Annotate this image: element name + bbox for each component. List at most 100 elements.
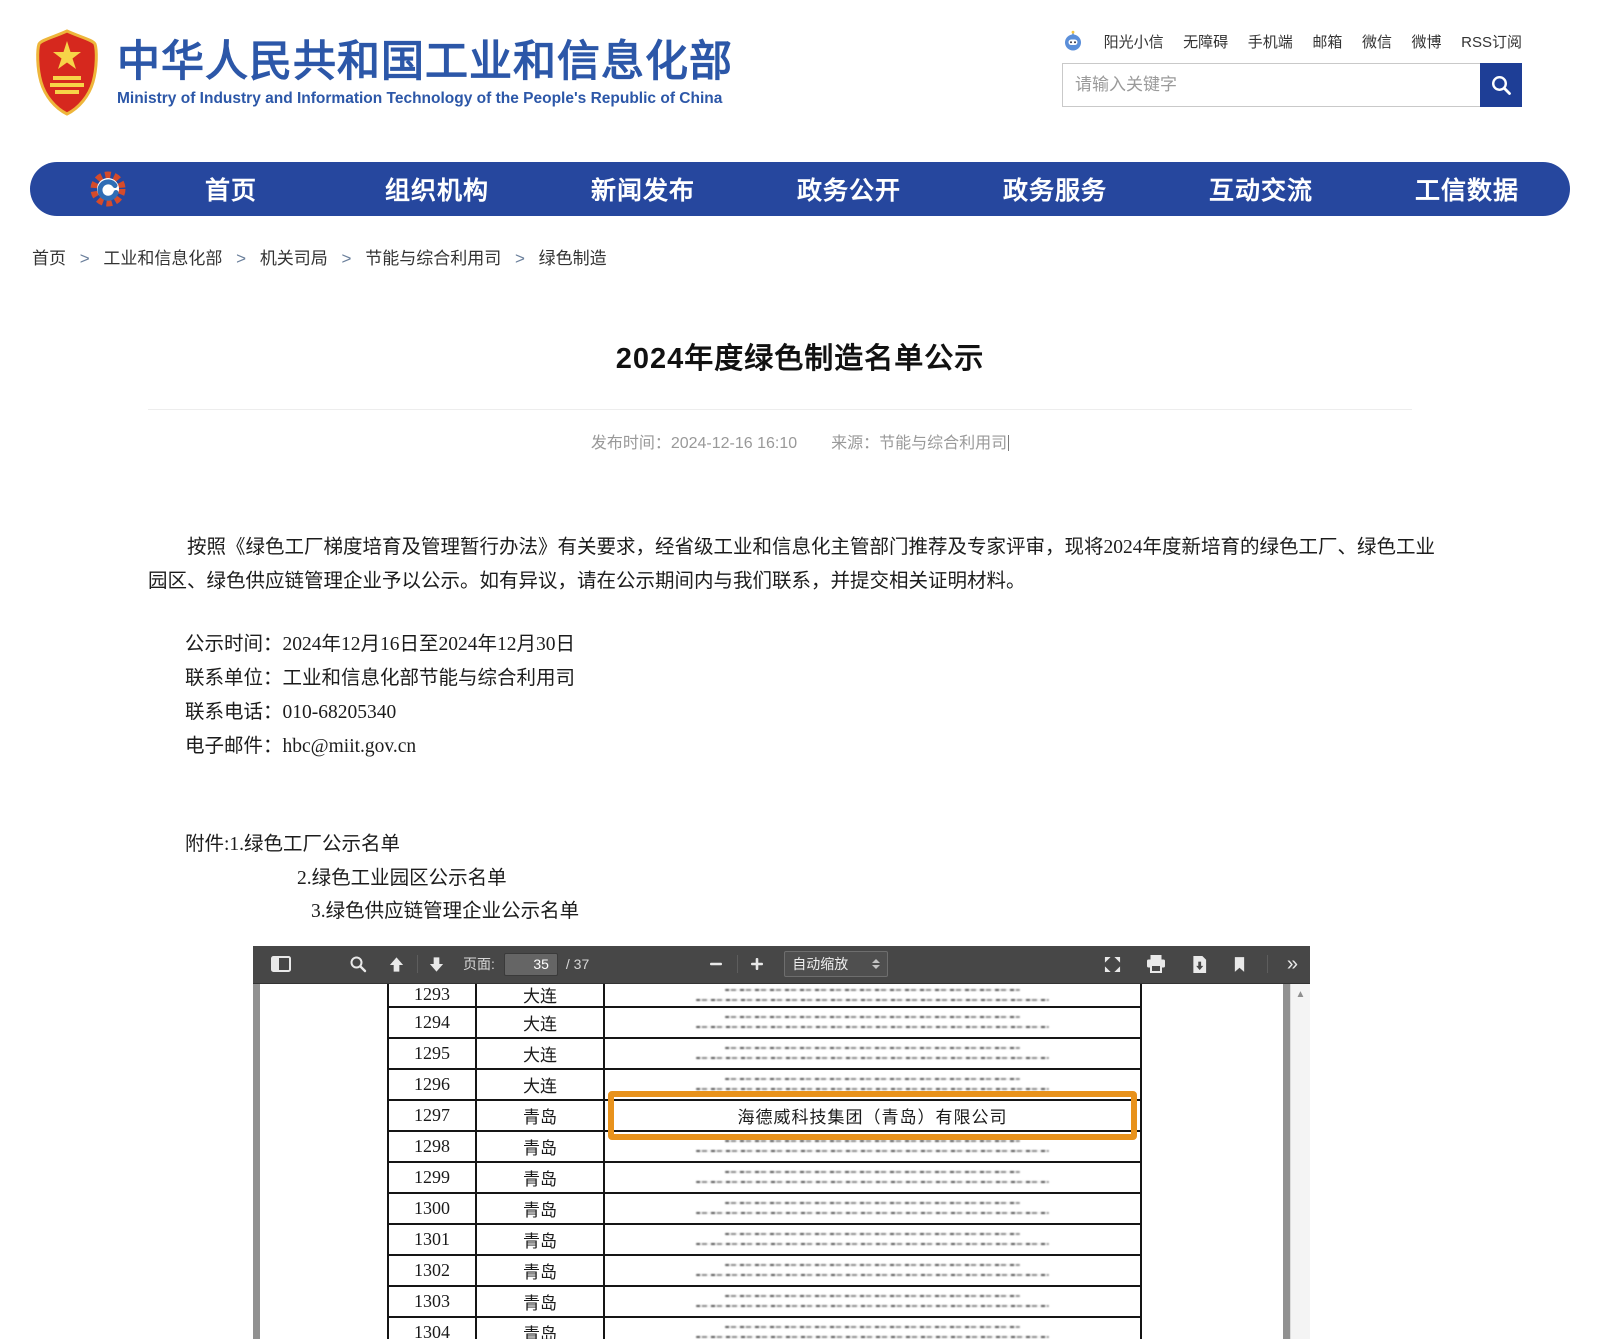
miit-gear-logo-icon	[88, 169, 128, 209]
pdf-scrollbar[interactable]: ▲	[1290, 984, 1310, 1339]
company-cell	[605, 1318, 1140, 1339]
row-number-cell: 1304	[389, 1318, 477, 1339]
bookmark-button[interactable]	[1229, 952, 1250, 977]
attachment-link[interactable]: 3.绿色供应链管理企业公示名单	[185, 895, 1600, 929]
city-cell: 青岛	[477, 1287, 605, 1316]
contact-detail-line: 公示时间：2024年12月16日至2024年12月30日	[185, 628, 1600, 662]
city-cell: 大连	[477, 984, 605, 1006]
scrollbar-up-icon[interactable]: ▲	[1291, 989, 1310, 1000]
select-spinner-icon	[872, 959, 880, 969]
site-header: 中华人民共和国工业和信息化部 Ministry of Industry and …	[0, 0, 1600, 150]
article-paragraph: 按照《绿色工厂梯度培育及管理暂行办法》有关要求，经省级工业和信息化主管部门推荐及…	[148, 531, 1450, 599]
more-tools-button[interactable]: »	[1285, 954, 1300, 974]
contact-detail-line: 联系电话：010-68205340	[185, 696, 1600, 730]
row-number-cell: 1295	[389, 1039, 477, 1068]
find-button[interactable]	[345, 951, 371, 977]
attachments: 附件:1.绿色工厂公示名单2.绿色工业园区公示名单3.绿色供应链管理企业公示名单	[185, 828, 1600, 929]
search-input[interactable]	[1062, 63, 1480, 107]
toolbar-divider	[737, 955, 738, 973]
pdf-table: 1293 大连 1294 大连	[387, 984, 1142, 1339]
page-number-input[interactable]	[504, 953, 558, 976]
title-divider	[148, 409, 1412, 410]
quick-link[interactable]: 邮箱	[1312, 31, 1342, 52]
contact-detail-line: 电子邮件：hbc@miit.gov.cn	[185, 730, 1600, 764]
page-label: 页面:	[463, 954, 495, 974]
breadcrumb-link[interactable]: 绿色制造	[539, 249, 607, 268]
breadcrumb-separator: >	[342, 249, 352, 268]
source-value: 节能与综合利用司	[879, 435, 1007, 452]
row-number-cell: 1302	[389, 1256, 477, 1285]
nav-item[interactable]: 工信数据	[1364, 171, 1570, 207]
row-number-cell: 1293	[389, 984, 477, 1006]
article-meta: 发布时间：2024-12-16 16:10来源：节能与综合利用司	[0, 429, 1600, 453]
search-button[interactable]	[1480, 63, 1522, 107]
table-row: 1302 青岛	[389, 1256, 1140, 1287]
publish-label: 发布时间：	[591, 435, 671, 452]
previous-page-button[interactable]	[384, 952, 409, 977]
text-cursor	[1008, 435, 1009, 451]
company-cell	[605, 1163, 1140, 1192]
redacted-text-blur	[605, 1233, 1140, 1245]
print-button[interactable]	[1142, 951, 1170, 977]
zoom-mode-select[interactable]: 自动缩放	[784, 951, 888, 977]
search-icon	[1489, 73, 1513, 97]
main-nav: 首页组织机构新闻发布政务公开政务服务互动交流工信数据	[30, 162, 1570, 216]
breadcrumb-link[interactable]: 首页	[32, 249, 66, 268]
presentation-mode-button[interactable]	[1100, 952, 1125, 977]
row-number-cell: 1296	[389, 1070, 477, 1099]
row-number-cell: 1299	[389, 1163, 477, 1192]
source-label: 来源：	[831, 435, 879, 452]
zoom-out-button[interactable]	[705, 953, 727, 975]
download-button[interactable]	[1187, 951, 1212, 978]
toolbar-divider	[1267, 955, 1268, 973]
attachment-link[interactable]: 2.绿色工业园区公示名单	[185, 862, 1600, 896]
quick-link[interactable]: 手机端	[1248, 31, 1293, 52]
attachment-link[interactable]: 附件:1.绿色工厂公示名单	[185, 828, 1600, 862]
table-row: 1304 青岛	[389, 1318, 1140, 1339]
breadcrumb-separator: >	[515, 249, 525, 268]
sidebar-toggle-button[interactable]	[267, 952, 295, 976]
quick-link[interactable]: 微博	[1412, 31, 1442, 52]
company-cell	[605, 1194, 1140, 1223]
page-title: 2024年度绿色制造名单公示	[0, 335, 1600, 377]
search-bar	[1062, 63, 1522, 107]
row-number-cell: 1294	[389, 1008, 477, 1037]
row-number-cell: 1297	[389, 1101, 477, 1130]
breadcrumb-link[interactable]: 机关司局	[260, 249, 328, 268]
nav-item[interactable]: 首页	[128, 171, 334, 207]
redacted-text-blur	[605, 1078, 1140, 1090]
city-cell: 青岛	[477, 1163, 605, 1192]
nav-item[interactable]: 组织机构	[334, 171, 540, 207]
breadcrumb-link[interactable]: 工业和信息化部	[103, 249, 222, 268]
company-cell	[605, 1287, 1140, 1316]
pdf-toolbar: 页面: / 37 自动缩放	[253, 946, 1310, 984]
row-number-cell: 1303	[389, 1287, 477, 1316]
table-row: 1297 青岛 海德威科技集团（青岛）有限公司	[389, 1101, 1140, 1132]
quick-link[interactable]: 无障碍	[1183, 31, 1228, 52]
next-page-button[interactable]	[424, 952, 449, 977]
xiaoxin-robot-icon	[1062, 30, 1084, 52]
redacted-text-blur	[605, 1140, 1140, 1152]
quick-link[interactable]: 微信	[1362, 31, 1392, 52]
orange-highlight-box	[608, 1091, 1137, 1140]
row-number-cell: 1298	[389, 1132, 477, 1161]
site-brand[interactable]: 中华人民共和国工业和信息化部 Ministry of Industry and …	[35, 28, 733, 116]
quick-link[interactable]: 阳光小信	[1104, 31, 1164, 52]
company-cell	[605, 1008, 1140, 1037]
company-cell	[605, 984, 1140, 1006]
header-right: 阳光小信无障碍手机端邮箱微信微博 RSS订阅	[1062, 30, 1522, 107]
city-cell: 青岛	[477, 1256, 605, 1285]
zoom-mode-value: 自动缩放	[792, 954, 848, 974]
site-subtitle-en: Ministry of Industry and Information Tec…	[117, 90, 733, 108]
redacted-text-blur	[605, 1016, 1140, 1028]
nav-item[interactable]: 政务公开	[746, 171, 952, 207]
redacted-text-blur	[605, 1171, 1140, 1183]
city-cell: 大连	[477, 1039, 605, 1068]
nav-item[interactable]: 政务服务	[952, 171, 1158, 207]
breadcrumb-link[interactable]: 节能与综合利用司	[365, 249, 501, 268]
quick-link[interactable]: RSS订阅	[1461, 31, 1522, 52]
nav-item[interactable]: 新闻发布	[540, 171, 746, 207]
zoom-in-button[interactable]	[746, 953, 768, 975]
table-row: 1303 青岛	[389, 1287, 1140, 1318]
nav-item[interactable]: 互动交流	[1158, 171, 1364, 207]
